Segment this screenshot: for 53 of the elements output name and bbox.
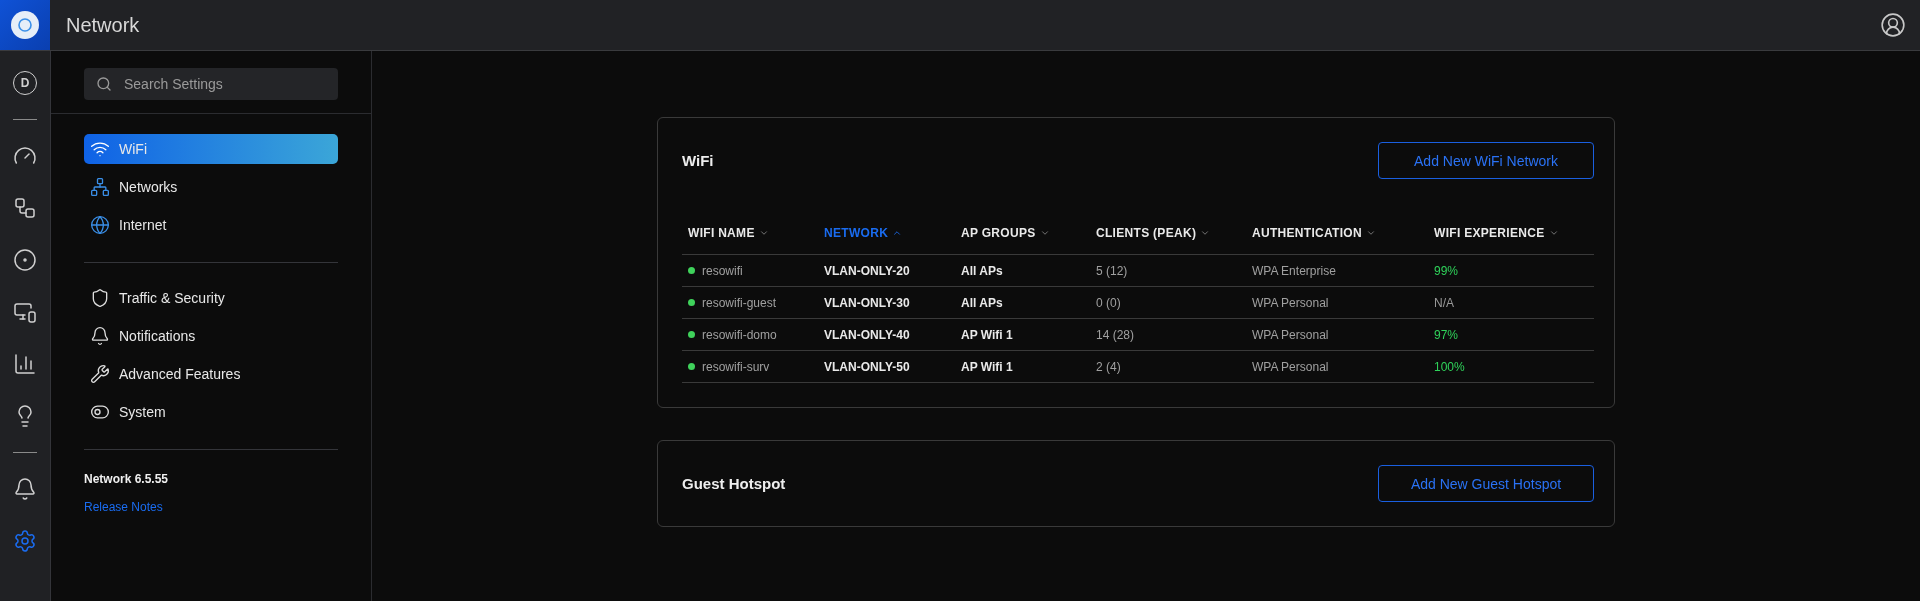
search-field[interactable]: Search Settings [84, 68, 338, 100]
table-cell: N/A [1434, 295, 1454, 310]
table-cell: resowifi-domo [702, 327, 777, 342]
column-header[interactable]: AP GROUPS [955, 211, 1090, 255]
table-cell: resowifi-guest [702, 295, 777, 310]
sidebar-item[interactable]: Traffic & Security [84, 283, 338, 313]
search-icon [96, 76, 112, 92]
table-cell: 14 (28) [1096, 327, 1135, 342]
sidebar-item[interactable]: Notifications [84, 321, 338, 351]
column-header[interactable]: WIFI NAME [682, 211, 818, 255]
table-cell: 2 (4) [1096, 359, 1121, 374]
shield-icon [90, 288, 110, 308]
add-wifi-button[interactable]: Add New WiFi Network [1378, 142, 1594, 179]
sidebar-item[interactable]: Networks [84, 172, 338, 202]
wrench-icon [90, 364, 110, 384]
table-cell: WPA Enterprise [1252, 263, 1336, 278]
column-header[interactable]: NETWORK [818, 211, 955, 255]
table-cell: 0 (0) [1096, 295, 1121, 310]
sidebar-item[interactable]: Internet [84, 210, 338, 240]
user-avatar-icon[interactable] [1880, 12, 1906, 38]
release-notes-link[interactable]: Release Notes [84, 500, 163, 514]
bell-icon [90, 326, 110, 346]
table-cell: VLAN-ONLY-50 [824, 359, 910, 374]
table-cell: WPA Personal [1252, 327, 1329, 342]
column-header[interactable]: AUTHENTICATION [1246, 211, 1428, 255]
table-cell: VLAN-ONLY-30 [824, 295, 910, 310]
table-cell: VLAN-ONLY-20 [824, 263, 910, 278]
table-cell: AP Wifi 1 [961, 327, 1013, 342]
table-cell: All APs [961, 263, 1003, 278]
table-cell: WPA Personal [1252, 295, 1329, 310]
table-cell: AP Wifi 1 [961, 359, 1013, 374]
card-title: WiFi [682, 152, 714, 169]
network-icon [90, 177, 110, 197]
table-cell: 99% [1434, 263, 1459, 278]
version-text: Network 6.5.55 [84, 472, 170, 486]
table-cell: 97% [1434, 327, 1459, 342]
card-title: Guest Hotspot [682, 475, 786, 492]
page-title: Network [66, 13, 140, 37]
sidebar-item[interactable]: Advanced Features [84, 359, 338, 389]
sidebar-item[interactable]: System [84, 397, 338, 427]
column-header[interactable]: CLIENTS (PEAK) [1090, 211, 1246, 255]
table-cell: VLAN-ONLY-40 [824, 327, 910, 342]
table-cell: 100% [1434, 359, 1465, 374]
globe-icon [90, 215, 110, 235]
table-cell: 5 (12) [1096, 263, 1128, 278]
column-header[interactable]: WIFI EXPERIENCE [1428, 211, 1594, 255]
table-cell: resowifi-surv [702, 359, 770, 374]
table-cell: WPA Personal [1252, 359, 1329, 374]
table-cell: resowifi [702, 263, 743, 278]
add-hotspot-button[interactable]: Add New Guest Hotspot [1378, 465, 1594, 502]
logo-icon[interactable] [0, 0, 50, 50]
sidebar-item[interactable]: WiFi [84, 134, 338, 164]
table-cell: All APs [961, 295, 1003, 310]
